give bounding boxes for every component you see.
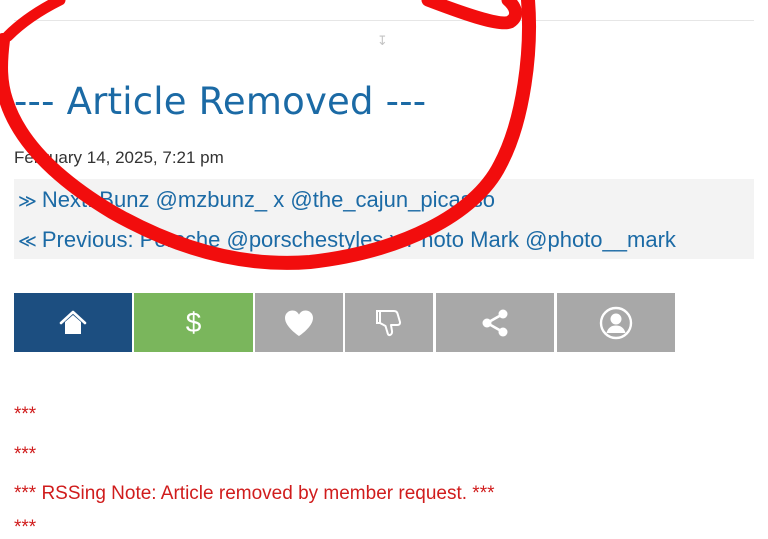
- dislike-button[interactable]: [345, 293, 433, 352]
- home-icon: [59, 310, 87, 334]
- double-chevron-left-icon: ≪: [18, 231, 37, 251]
- double-chevron-right-icon: ≫: [18, 191, 37, 211]
- previous-post-label: Previous: Porsche @porschestyles x Photo…: [41, 227, 676, 252]
- next-post-link[interactable]: ≫ Next: Bunz @mzbunz_ x @the_cajun_picass…: [18, 189, 495, 211]
- notice-message: *** RSSing Note: Article removed by memb…: [14, 483, 495, 504]
- home-button[interactable]: [14, 293, 132, 352]
- profile-button[interactable]: [557, 293, 675, 352]
- thumbs-down-icon: [376, 309, 402, 336]
- scroll-handle-icon: ↧: [377, 33, 388, 48]
- donate-button[interactable]: $: [134, 293, 253, 352]
- notice-line: ***: [14, 517, 37, 538]
- like-button[interactable]: [255, 293, 343, 352]
- next-post-label: Next: Bunz @mzbunz_ x @the_cajun_picasso: [41, 187, 495, 212]
- page-title: --- Article Removed ---: [14, 80, 427, 123]
- heart-icon: [285, 310, 313, 336]
- top-divider: [14, 20, 754, 21]
- previous-post-link[interactable]: ≪ Previous: Porsche @porschestyles x Phot…: [18, 229, 676, 251]
- share-icon: [482, 309, 508, 336]
- user-icon: [599, 306, 633, 339]
- notice-line: ***: [14, 404, 37, 425]
- notice-line: ***: [14, 444, 37, 465]
- dollar-icon: $: [185, 306, 202, 338]
- share-button[interactable]: [436, 293, 554, 352]
- post-date: February 14, 2025, 7:21 pm: [14, 148, 224, 167]
